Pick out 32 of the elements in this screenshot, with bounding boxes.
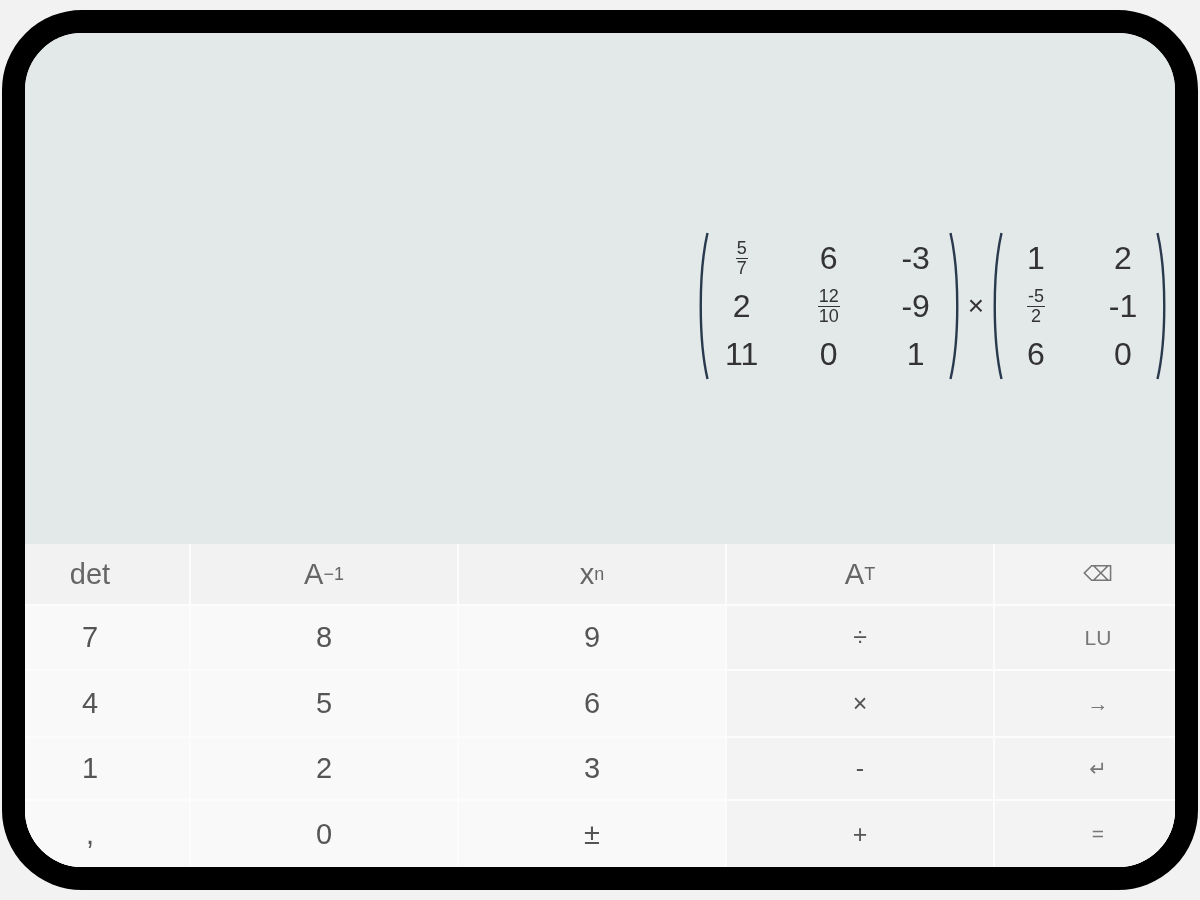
command-key[interactable]: ⌫ (995, 544, 1175, 604)
fraction-numerator: 12 (817, 286, 840, 307)
multiply-sign: × (967, 290, 984, 322)
fraction-denominator: 2 (1031, 306, 1041, 326)
matrix-entry: 2 (1114, 240, 1132, 276)
matrix-entry: 1 (1027, 240, 1045, 276)
command-key[interactable]: LU (995, 606, 1175, 669)
fraction-numerator: 5 (735, 238, 748, 259)
matrix-entry: 6 (1027, 336, 1045, 372)
matrix-entry: 0 (1114, 336, 1132, 372)
operator-key[interactable]: × (727, 671, 993, 736)
fraction-denominator: 10 (818, 306, 839, 326)
function-key[interactable]: det (25, 544, 189, 604)
operator-key[interactable]: ÷ (727, 606, 993, 669)
matrix-entry: 0 (819, 336, 838, 372)
close-paren-icon (1156, 232, 1168, 380)
matrix-entry: -1 (1108, 288, 1138, 324)
matrix-entry: 11 (725, 336, 759, 372)
matrix-entry: -3 (901, 240, 930, 276)
command-key[interactable]: ↵ (995, 738, 1175, 799)
operator-key[interactable]: + (727, 801, 993, 867)
open-paren-icon (991, 232, 1003, 380)
fraction-denominator: 7 (736, 258, 747, 278)
matrix-entry: -9 (901, 288, 930, 324)
command-key[interactable]: = (995, 801, 1175, 867)
matrix-entry: 1 (906, 336, 925, 372)
matrix-entry: 2 (732, 288, 751, 324)
matrix-entry: 6 (819, 240, 838, 276)
command-key[interactable]: → (995, 671, 1175, 736)
fraction-numerator: -5 (1027, 286, 1045, 307)
operator-key[interactable]: - (727, 738, 993, 799)
close-paren-icon (948, 232, 961, 380)
